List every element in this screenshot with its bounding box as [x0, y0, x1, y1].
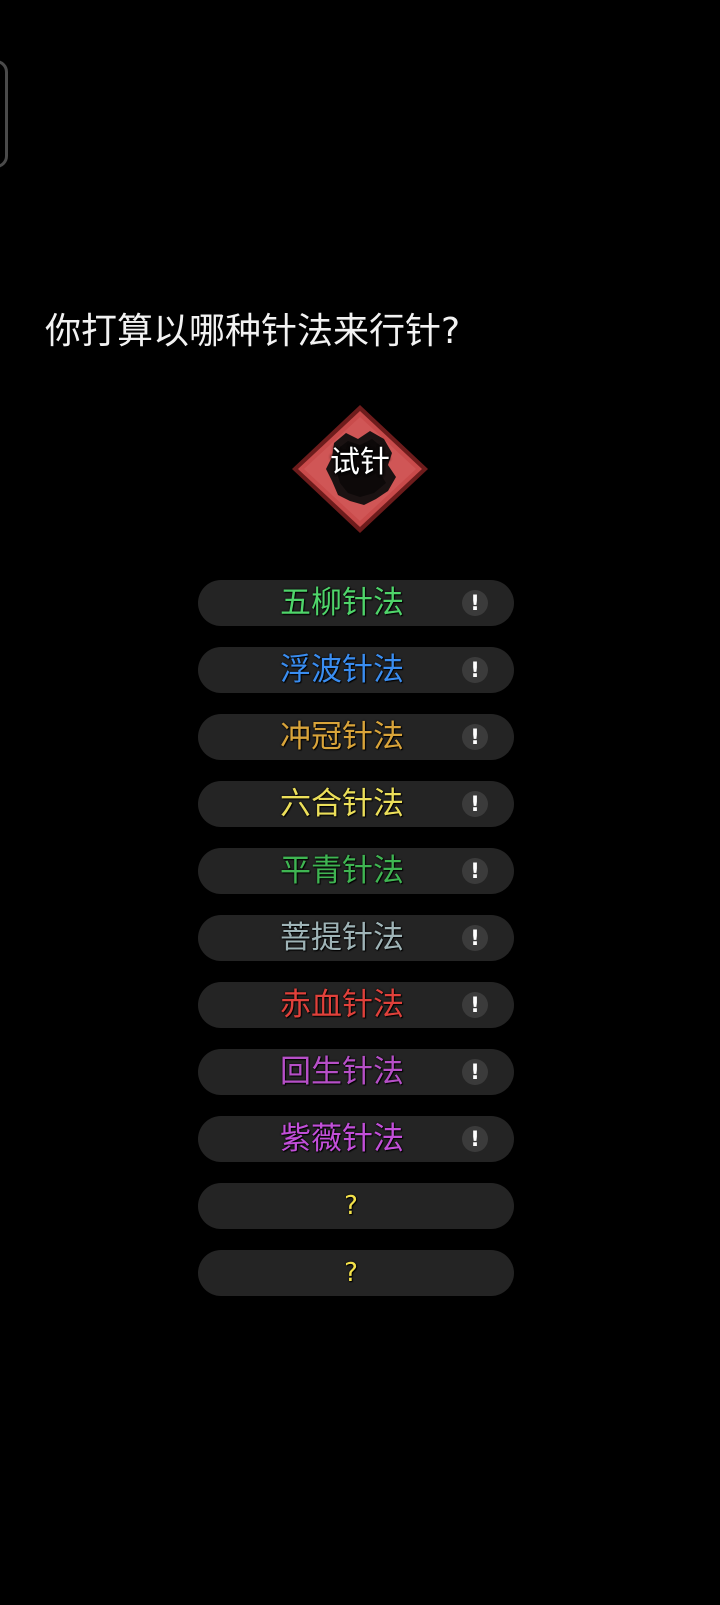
option-label: ?	[344, 1191, 358, 1221]
question-text: 你打算以哪种针法来行针?	[45, 311, 461, 352]
info-icon[interactable]: !	[462, 858, 488, 884]
info-icon[interactable]: !	[462, 657, 488, 683]
needle-technique-list: 五柳针法 ! 浮波针法 ! 冲冠针法 ! 六合针法 ! 平青针法 ! 菩提针法 …	[198, 580, 514, 1317]
corner-frame	[0, 60, 8, 168]
option-label: ?	[344, 1258, 358, 1288]
info-icon[interactable]: !	[462, 992, 488, 1018]
option-wuliu[interactable]: 五柳针法 !	[198, 580, 514, 626]
trial-needle-badge[interactable]: 试针	[288, 403, 432, 535]
option-unknown-1[interactable]: ?	[198, 1183, 514, 1229]
info-icon[interactable]: !	[462, 724, 488, 750]
option-pingqing[interactable]: 平青针法 !	[198, 848, 514, 894]
badge-label: 试针	[330, 445, 390, 480]
option-chongguan[interactable]: 冲冠针法 !	[198, 714, 514, 760]
option-fubo[interactable]: 浮波针法 !	[198, 647, 514, 693]
option-huisheng[interactable]: 回生针法 !	[198, 1049, 514, 1095]
info-icon[interactable]: !	[462, 1059, 488, 1085]
option-puti[interactable]: 菩提针法 !	[198, 915, 514, 961]
option-liuhe[interactable]: 六合针法 !	[198, 781, 514, 827]
info-icon[interactable]: !	[462, 791, 488, 817]
info-icon[interactable]: !	[462, 590, 488, 616]
option-chixue[interactable]: 赤血针法 !	[198, 982, 514, 1028]
info-icon[interactable]: !	[462, 925, 488, 951]
option-ziwei[interactable]: 紫薇针法 !	[198, 1116, 514, 1162]
info-icon[interactable]: !	[462, 1126, 488, 1152]
option-unknown-2[interactable]: ?	[198, 1250, 514, 1296]
